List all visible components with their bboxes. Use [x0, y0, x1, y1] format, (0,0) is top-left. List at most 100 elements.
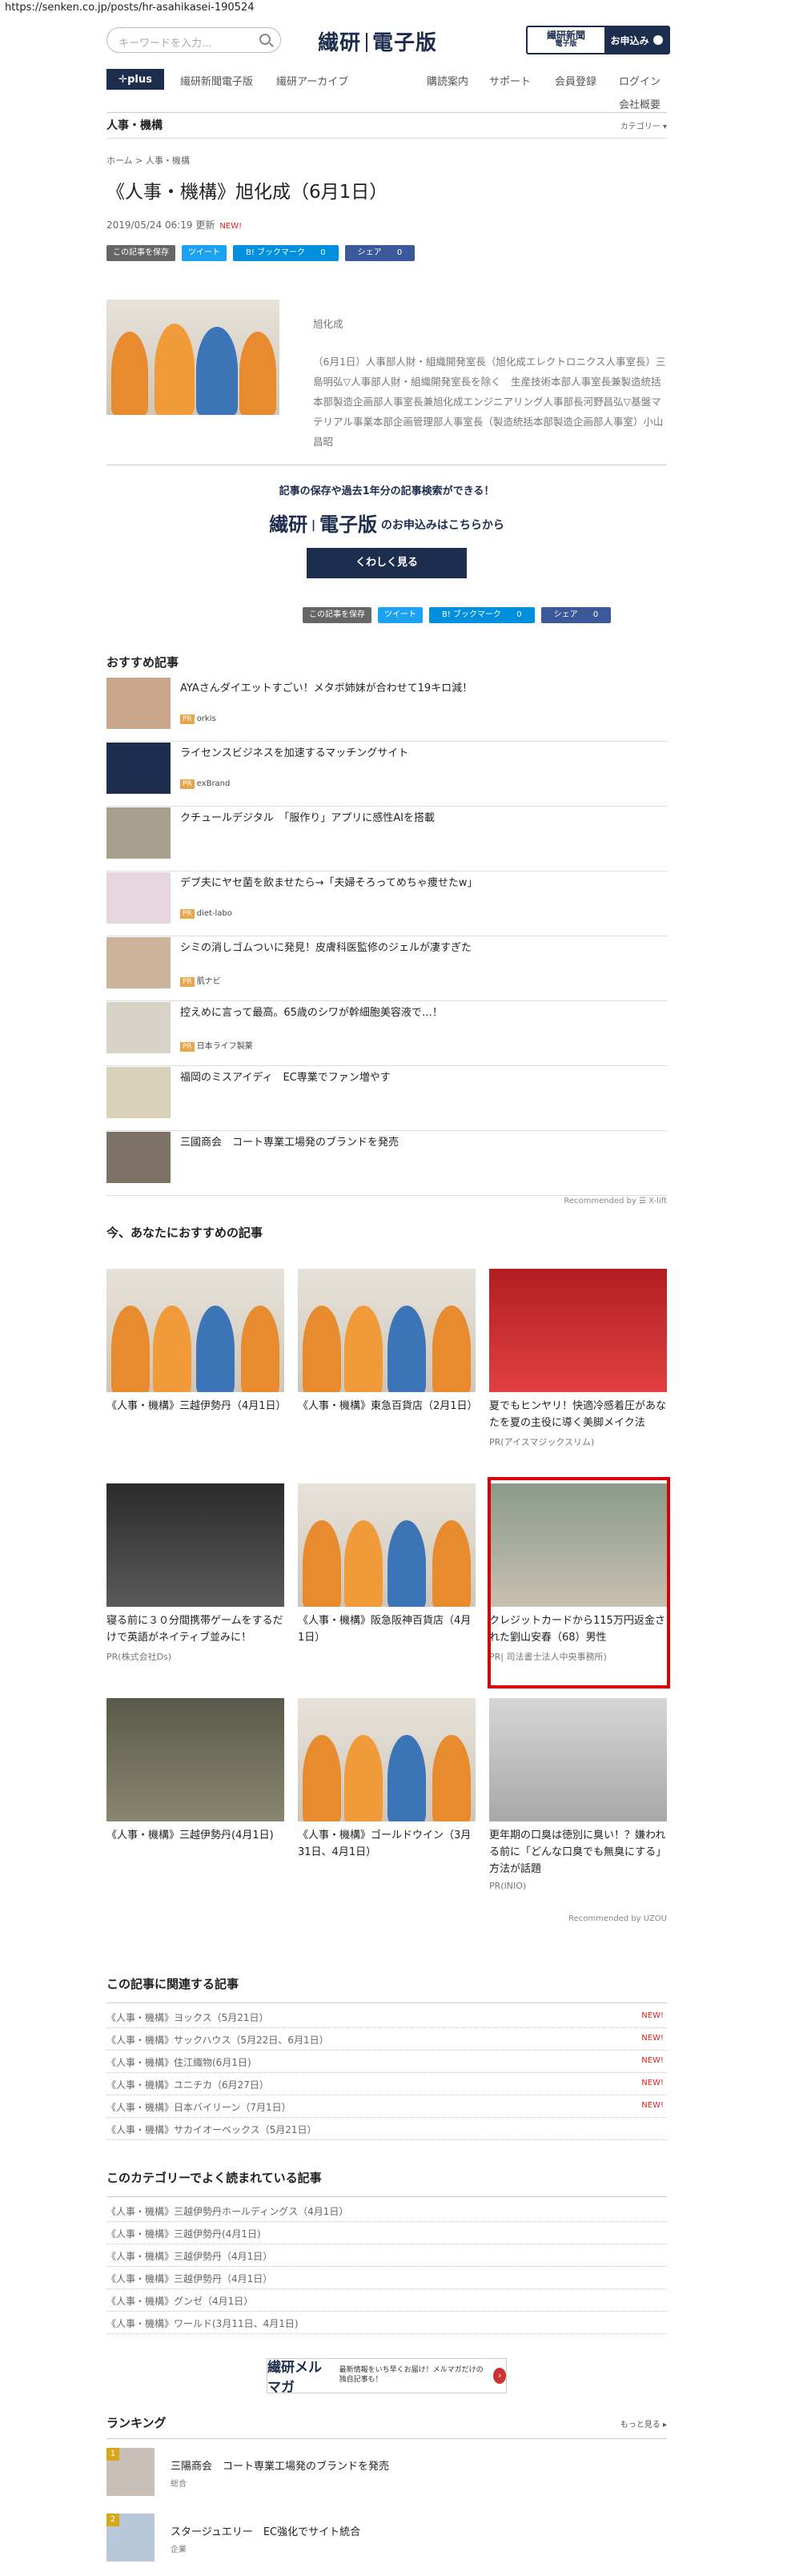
popular-title[interactable]: 《人事・機構》グンゼ（4月1日）	[106, 2296, 253, 2307]
card-title[interactable]: 《人事・機構》阪急阪神百貨店（4月1日）	[298, 1613, 476, 1647]
article-card[interactable]: 《人事・機構》阪急阪神百貨店（4月1日）	[298, 1483, 476, 1647]
card-title[interactable]: 《人事・機構》東急百貨店（2月1日）	[298, 1399, 478, 1415]
recommended-item[interactable]: 控えめに言って最高。65歳のシワが幹細胞美容液で…！ PR 日本ライフ製薬	[106, 1002, 667, 1066]
recommended-item[interactable]: クチュールデジタル 「服作り」アプリに感性AIを搭載	[106, 807, 667, 871]
recommended-thumbnail[interactable]	[106, 937, 171, 988]
recommended-title[interactable]: クチュールデジタル 「服作り」アプリに感性AIを搭載	[180, 809, 435, 824]
related-title[interactable]: 《人事・機構》サカイオーベックス（5月21日）	[106, 2124, 317, 2135]
article-card[interactable]: 《人事・機構》ゴールドウイン（3月31日、4月1日）	[298, 1698, 476, 1862]
search-icon[interactable]	[259, 34, 271, 45]
mailmag-banner[interactable]: 繊研メルマガ 最新情報をいち早くお届け！メルマガだけの独自記事も！ ›	[267, 2358, 507, 2396]
article-card[interactable]: 寝る前に３０分間携帯ゲームをするだけで英語がネイティブ並みに！ PR(株式会社Ds…	[106, 1483, 284, 1663]
article-card[interactable]: 更年期の口臭は徳別に臭い！？嫌われる前に「どんな口臭でも無臭にする」方法が話題 P…	[489, 1698, 667, 1891]
card-title[interactable]: 夏でもヒンヤリ！快適冷感着圧があなたを夏の主役に導く美脚メイク法	[489, 1399, 667, 1432]
recommended-thumbnail[interactable]	[106, 743, 171, 794]
popular-item[interactable]: 《人事・機構》三越伊勢丹ホールディングス（4月1日）	[106, 2200, 667, 2222]
card-title[interactable]: 《人事・機構》三越伊勢丹（4月1日）	[106, 1399, 287, 1415]
recommended-by[interactable]: Recommended by ☰ X-lift	[564, 1197, 667, 1205]
tweet-button[interactable]: ツイート	[378, 607, 423, 623]
article-card[interactable]: 《人事・機構》三越伊勢丹(4月1日)	[106, 1698, 284, 1845]
popular-item[interactable]: 《人事・機構》三越伊勢丹（4月1日）	[106, 2267, 667, 2289]
hatena-button[interactable]: B! ブックマーク 0	[233, 245, 339, 261]
promo-details-button[interactable]: くわしく見る	[307, 548, 467, 578]
ranking-item[interactable]: 1 三陽商会 コート専業工場発のブランドを発売 総合	[106, 2448, 667, 2507]
recommended-thumbnail[interactable]	[106, 1132, 171, 1183]
nav-item-denshiban[interactable]: 繊研新聞電子版	[180, 73, 253, 88]
recommended-title[interactable]: AYAさんダイエットすごい！メタボ姉妹が合わせて19キロ減！	[180, 679, 472, 694]
article-card[interactable]: 《人事・機構》東急百貨店（2月1日）	[298, 1269, 478, 1415]
recommended-title[interactable]: シミの消しゴムついに発見！皮膚科医監修のジェルが凄すぎた	[180, 939, 472, 954]
card-image[interactable]	[489, 1698, 667, 1821]
popular-title[interactable]: 《人事・機構》三越伊勢丹（4月1日）	[106, 2251, 272, 2262]
card-image[interactable]	[489, 1269, 667, 1392]
related-title[interactable]: 《人事・機構》ユニチカ（6月27日）	[106, 2079, 269, 2091]
article-card[interactable]: 夏でもヒンヤリ！快適冷感着圧があなたを夏の主役に導く美脚メイク法 PR(アイスマジ…	[489, 1269, 667, 1448]
card-title[interactable]: 更年期の口臭は徳別に臭い！？嫌われる前に「どんな口臭でも無臭にする」方法が話題	[489, 1828, 667, 1878]
ranking-more-link[interactable]: もっと見る ▸	[620, 2417, 667, 2429]
save-article-button[interactable]: この記事を保存	[303, 607, 371, 623]
recommended-item[interactable]: ライセンスビジネスを加速するマッチングサイト PR exBrand	[106, 743, 667, 807]
card-image[interactable]	[298, 1483, 476, 1607]
popular-item[interactable]: 《人事・機構》ワールド(3月11日、4月1日)	[106, 2312, 667, 2334]
card-title[interactable]: 寝る前に３０分間携帯ゲームをするだけで英語がネイティブ並みに！	[106, 1613, 284, 1647]
card-title[interactable]: 《人事・機構》三越伊勢丹(4月1日)	[106, 1828, 284, 1845]
nav-item-company[interactable]: 会社概要	[619, 96, 661, 111]
ranking-item[interactable]: 2 スタージュエリー EC強化でサイト統合 企業	[106, 2514, 667, 2573]
popular-item[interactable]: 《人事・機構》グンゼ（4月1日）	[106, 2289, 667, 2312]
recommended-item[interactable]: 三國商会 コート専業工場発のブランドを発売	[106, 1132, 667, 1196]
recommended-thumbnail[interactable]	[106, 872, 171, 924]
recommended-title[interactable]: ライセンスビジネスを加速するマッチングサイト	[180, 744, 408, 759]
card-image[interactable]	[298, 1698, 476, 1821]
card-image[interactable]	[106, 1269, 284, 1392]
subscribe-button[interactable]: お申込み	[604, 27, 669, 53]
card-title[interactable]: 《人事・機構》ゴールドウイン（3月31日、4月1日）	[298, 1828, 476, 1862]
ranking-title[interactable]: 三陽商会 コート専業工場発のブランドを発売	[171, 2457, 389, 2473]
card-image[interactable]	[106, 1483, 284, 1607]
recommended-title[interactable]: デブ夫にヤセ菌を飲ませたら→「夫婦そろってめちゃ痩せたw」	[180, 874, 478, 889]
recommended-thumbnail[interactable]	[106, 1067, 171, 1118]
breadcrumb[interactable]: ホーム > 人事・機構	[106, 154, 190, 167]
subscribe-box[interactable]: 繊研新聞 電子版 お申込み	[526, 26, 670, 54]
related-title[interactable]: 《人事・機構》ヨックス（5月21日）	[106, 2012, 269, 2023]
nav-item-archive[interactable]: 繊研アーカイブ	[276, 73, 348, 88]
search-input[interactable]: キーワードを入力...	[106, 27, 281, 53]
recommended-item[interactable]: AYAさんダイエットすごい！メタボ姉妹が合わせて19キロ減！ PR orkis	[106, 678, 667, 742]
related-item[interactable]: 《人事・機構》日本バイリーン（7月1日） NEW!	[106, 2095, 667, 2118]
hatena-button[interactable]: B! ブックマーク 0	[429, 607, 535, 623]
recommended-thumbnail[interactable]	[106, 678, 171, 729]
nav-item-register[interactable]: 会員登録	[555, 73, 596, 88]
related-item[interactable]: 《人事・機構》ヨックス（5月21日） NEW!	[106, 2006, 667, 2028]
card-image[interactable]	[298, 1269, 476, 1392]
recommended-item[interactable]: 福岡のミスアイディ EC専業でファン増やす	[106, 1067, 667, 1131]
recommended-title[interactable]: 三國商会 コート専業工場発のブランドを発売	[180, 1133, 399, 1149]
nav-item-login[interactable]: ログイン	[619, 73, 661, 88]
related-item[interactable]: 《人事・機構》住江織物(6月1日) NEW!	[106, 2051, 667, 2073]
related-item[interactable]: 《人事・機構》ユニチカ（6月27日） NEW!	[106, 2073, 667, 2095]
facebook-share-button[interactable]: シェア 0	[344, 245, 416, 261]
article-card[interactable]: 《人事・機構》三越伊勢丹（4月1日）	[106, 1269, 287, 1415]
recommended-title[interactable]: 控えめに言って最高。65歳のシワが幹細胞美容液で…！	[180, 1004, 443, 1019]
ranking-title[interactable]: スタージュエリー EC強化でサイト統合	[171, 2523, 360, 2538]
popular-item[interactable]: 《人事・機構》三越伊勢丹（4月1日）	[106, 2244, 667, 2267]
popular-title[interactable]: 《人事・機構》三越伊勢丹(4月1日)	[106, 2228, 261, 2240]
recommended-thumbnail[interactable]	[106, 807, 171, 859]
related-title[interactable]: 《人事・機構》住江織物(6月1日)	[106, 2057, 251, 2068]
uzou-recommended-by[interactable]: Recommended by UZOU	[568, 1914, 667, 1923]
recommended-item[interactable]: シミの消しゴムついに発見！皮膚科医監修のジェルが凄すぎた PR 肌ナビ	[106, 937, 667, 1001]
nav-item-subscribe[interactable]: 購読案内	[427, 73, 468, 88]
facebook-share-button[interactable]: シェア 0	[540, 607, 612, 623]
tweet-button[interactable]: ツイート	[182, 245, 227, 261]
related-item[interactable]: 《人事・機構》サックハウス（5月22日、6月1日） NEW!	[106, 2028, 667, 2051]
recommended-thumbnail[interactable]	[106, 1002, 171, 1053]
popular-title[interactable]: 《人事・機構》三越伊勢丹ホールディングス（4月1日）	[106, 2206, 348, 2217]
popular-title[interactable]: 《人事・機構》三越伊勢丹（4月1日）	[106, 2273, 272, 2284]
nav-item-support[interactable]: サポート	[489, 73, 531, 88]
popular-item[interactable]: 《人事・機構》三越伊勢丹(4月1日)	[106, 2222, 667, 2244]
related-title[interactable]: 《人事・機構》日本バイリーン（7月1日）	[106, 2102, 291, 2113]
nav-plus[interactable]: ✛plus	[106, 69, 164, 90]
category-dropdown[interactable]: カテゴリー ▾	[620, 119, 667, 131]
popular-title[interactable]: 《人事・機構》ワールド(3月11日、4月1日)	[106, 2318, 299, 2329]
related-item[interactable]: 《人事・機構》サカイオーベックス（5月21日）	[106, 2118, 667, 2140]
recommended-title[interactable]: 福岡のミスアイディ EC専業でファン増やす	[180, 1069, 391, 1084]
recommended-item[interactable]: デブ夫にヤセ菌を飲ませたら→「夫婦そろってめちゃ痩せたw」 PR diet-labo	[106, 872, 667, 936]
